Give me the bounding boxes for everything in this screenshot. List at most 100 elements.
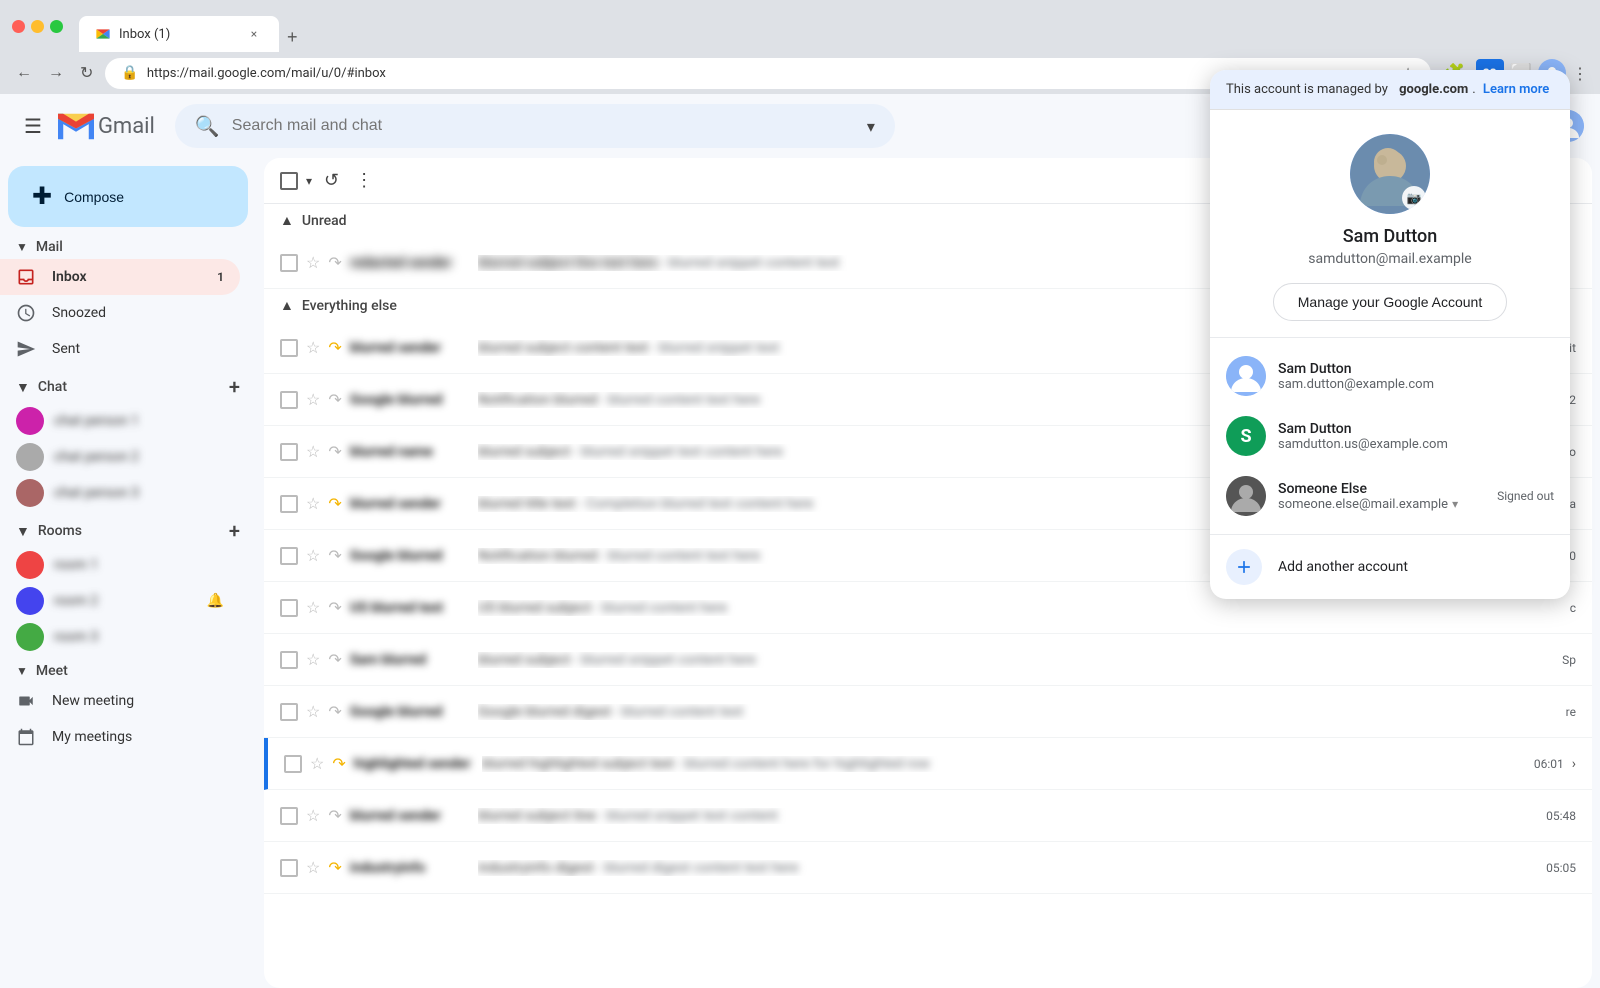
inbox-label: Inbox — [52, 269, 87, 285]
sidebar-item-inbox[interactable]: Inbox 1 — [0, 259, 240, 295]
email-sender: Google blurred — [350, 704, 470, 720]
email-checkbox[interactable] — [280, 599, 298, 617]
search-icon: 🔍 — [195, 114, 220, 138]
search-input[interactable] — [232, 117, 855, 135]
managed-notice-text: This account is managed by — [1226, 82, 1388, 97]
search-bar[interactable]: 🔍 ▾ — [175, 104, 895, 148]
active-tab[interactable]: Inbox (1) × — [79, 16, 279, 52]
tab-close-button[interactable]: × — [245, 25, 263, 43]
room-mute-icon: 🔔 — [207, 593, 224, 609]
close-traffic-light[interactable] — [12, 20, 25, 33]
chat-item-1[interactable]: chat person 1 — [0, 403, 240, 439]
minimize-traffic-light[interactable] — [31, 20, 44, 33]
more-options-button[interactable]: ⋮ — [351, 166, 377, 195]
gmail-logo-text: Gmail — [98, 114, 155, 139]
forward-icon: ↷ — [332, 754, 345, 773]
star-icon[interactable]: ☆ — [310, 754, 324, 773]
email-time: 05:05 — [1526, 861, 1576, 875]
star-icon[interactable]: ☆ — [306, 253, 320, 272]
my-meetings-icon — [16, 728, 36, 746]
hamburger-menu-button[interactable]: ☰ — [16, 106, 50, 146]
managed-domain: google.com — [1399, 82, 1468, 97]
table-row[interactable]: ☆ ↷ blurred sender blurred subject line … — [264, 790, 1592, 842]
email-content: blurred highlighted subject text - blurr… — [482, 756, 1506, 772]
select-all-checkbox[interactable] — [280, 172, 298, 190]
email-checkbox[interactable] — [280, 254, 298, 272]
profile-camera-icon[interactable]: 📷 — [1402, 186, 1426, 210]
room-item-3[interactable]: room 3 — [0, 619, 240, 655]
learn-more-link[interactable]: Learn more — [1483, 82, 1549, 97]
star-icon[interactable]: ☆ — [306, 390, 320, 409]
refresh-button[interactable]: ↺ — [320, 166, 343, 195]
email-checkbox[interactable] — [280, 859, 298, 877]
email-sender: Google blurred — [350, 548, 470, 564]
chat-item-3[interactable]: chat person 3 — [0, 475, 240, 511]
email-checkbox[interactable] — [280, 443, 298, 461]
rooms-section-toggle[interactable]: ▼ Rooms — [16, 523, 82, 540]
mail-section-header[interactable]: ▼ Mail — [0, 235, 256, 259]
chat-add-button[interactable]: + — [229, 375, 240, 399]
rooms-add-button[interactable]: + — [229, 519, 240, 543]
star-icon[interactable]: ☆ — [306, 442, 320, 461]
room-item-2[interactable]: room 2 🔔 — [0, 583, 240, 619]
new-tab-button[interactable]: + — [279, 23, 306, 52]
email-checkbox[interactable] — [280, 547, 298, 565]
account-info-3: Someone Else someone.else@mail.example ▾ — [1278, 481, 1485, 512]
email-time: 05:48 — [1526, 809, 1576, 823]
account-row-2[interactable]: S Sam Dutton samdutton.us@example.com — [1210, 406, 1570, 466]
email-checkbox[interactable] — [280, 651, 298, 669]
back-button[interactable]: ← — [12, 60, 36, 86]
table-row[interactable]: ☆ ↷ industryinfo industryinfo digest - b… — [264, 842, 1592, 894]
account-row-1[interactable]: Sam Dutton sam.dutton@example.com — [1210, 346, 1570, 406]
chat-section-toggle[interactable]: ▼ Chat — [16, 379, 67, 396]
forward-button[interactable]: → — [44, 60, 68, 86]
meet-section-header[interactable]: ▼ Meet — [0, 659, 256, 683]
email-checkbox[interactable] — [280, 703, 298, 721]
table-row[interactable]: ☆ ↷ Google blurred Google blurred digest… — [264, 686, 1592, 738]
profile-avatar-large: 📷 — [1350, 134, 1430, 214]
star-icon[interactable]: ☆ — [306, 338, 320, 357]
star-icon[interactable]: ☆ — [306, 858, 320, 877]
account-avatar-3 — [1226, 476, 1266, 516]
sidebar-item-new-meeting[interactable]: New meeting — [0, 683, 240, 719]
expand-icon[interactable]: › — [1572, 756, 1576, 772]
chat-item-2[interactable]: chat person 2 — [0, 439, 240, 475]
star-icon[interactable]: ☆ — [306, 702, 320, 721]
manage-account-button[interactable]: Manage your Google Account — [1273, 283, 1507, 321]
email-checkbox[interactable] — [284, 755, 302, 773]
email-checkbox[interactable] — [280, 807, 298, 825]
sidebar-item-snoozed[interactable]: Snoozed — [0, 295, 240, 331]
rooms-chevron-icon: ▼ — [16, 523, 30, 540]
sidebar-item-my-meetings[interactable]: My meetings — [0, 719, 240, 755]
search-dropdown-arrow[interactable]: ▾ — [867, 117, 875, 136]
account-name-1: Sam Dutton — [1278, 361, 1554, 377]
sidebar-item-sent[interactable]: Sent — [0, 331, 240, 367]
email-checkbox[interactable] — [280, 339, 298, 357]
add-account-button[interactable]: Add another account — [1210, 535, 1570, 599]
select-dropdown[interactable]: ▾ — [306, 174, 312, 188]
star-icon[interactable]: ☆ — [306, 650, 320, 669]
profile-name: Sam Dutton — [1343, 226, 1438, 247]
star-icon[interactable]: ☆ — [306, 546, 320, 565]
compose-button[interactable]: ✚ Compose — [8, 166, 248, 227]
account-avatar-1 — [1226, 356, 1266, 396]
forward-icon: ↷ — [328, 253, 341, 272]
email-sender: blurred name — [350, 444, 470, 460]
table-row[interactable]: ☆ ↷ Sam blurred blurred subject - blurre… — [264, 634, 1592, 686]
gmail-logo[interactable]: Gmail — [58, 113, 155, 140]
browser-menu-icon[interactable]: ⋮ — [1572, 64, 1588, 83]
reload-button[interactable]: ↻ — [76, 59, 97, 87]
unread-chevron-icon[interactable]: ▲ — [280, 212, 294, 229]
star-icon[interactable]: ☆ — [306, 494, 320, 513]
star-icon[interactable]: ☆ — [306, 598, 320, 617]
table-row[interactable]: ☆ ↷ highlighted sender blurred highlight… — [264, 738, 1592, 790]
account-row-3[interactable]: Someone Else someone.else@mail.example ▾… — [1210, 466, 1570, 526]
email-checkbox[interactable] — [280, 391, 298, 409]
maximize-traffic-light[interactable] — [50, 20, 63, 33]
url-display: https://mail.google.com/mail/u/0/#inbox — [147, 66, 386, 81]
meet-section-label: Meet — [36, 663, 68, 679]
email-checkbox[interactable] — [280, 495, 298, 513]
everything-chevron-icon[interactable]: ▲ — [280, 297, 294, 314]
star-icon[interactable]: ☆ — [306, 806, 320, 825]
room-item-1[interactable]: room 1 — [0, 547, 240, 583]
